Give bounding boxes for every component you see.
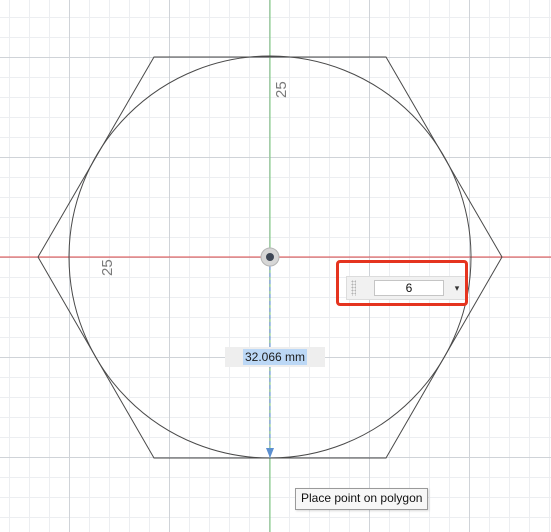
distance-input-box[interactable]: 32.066 mm: [225, 347, 325, 367]
distance-input[interactable]: 32.066 mm: [242, 349, 308, 365]
dimension-label-vertical: 25: [273, 81, 290, 98]
tooltip: Place point on polygon: [295, 488, 429, 510]
center-point-icon[interactable]: [266, 253, 274, 261]
dimension-label-horizontal: 25: [99, 259, 116, 276]
dimension-arrowhead-icon: [266, 448, 274, 458]
sketch-canvas[interactable]: 25 25 32.066 mm 6 ▾ Place point on polyg…: [0, 0, 551, 532]
sides-highlight-box: [336, 260, 468, 306]
sketch-geometry: [0, 0, 551, 532]
